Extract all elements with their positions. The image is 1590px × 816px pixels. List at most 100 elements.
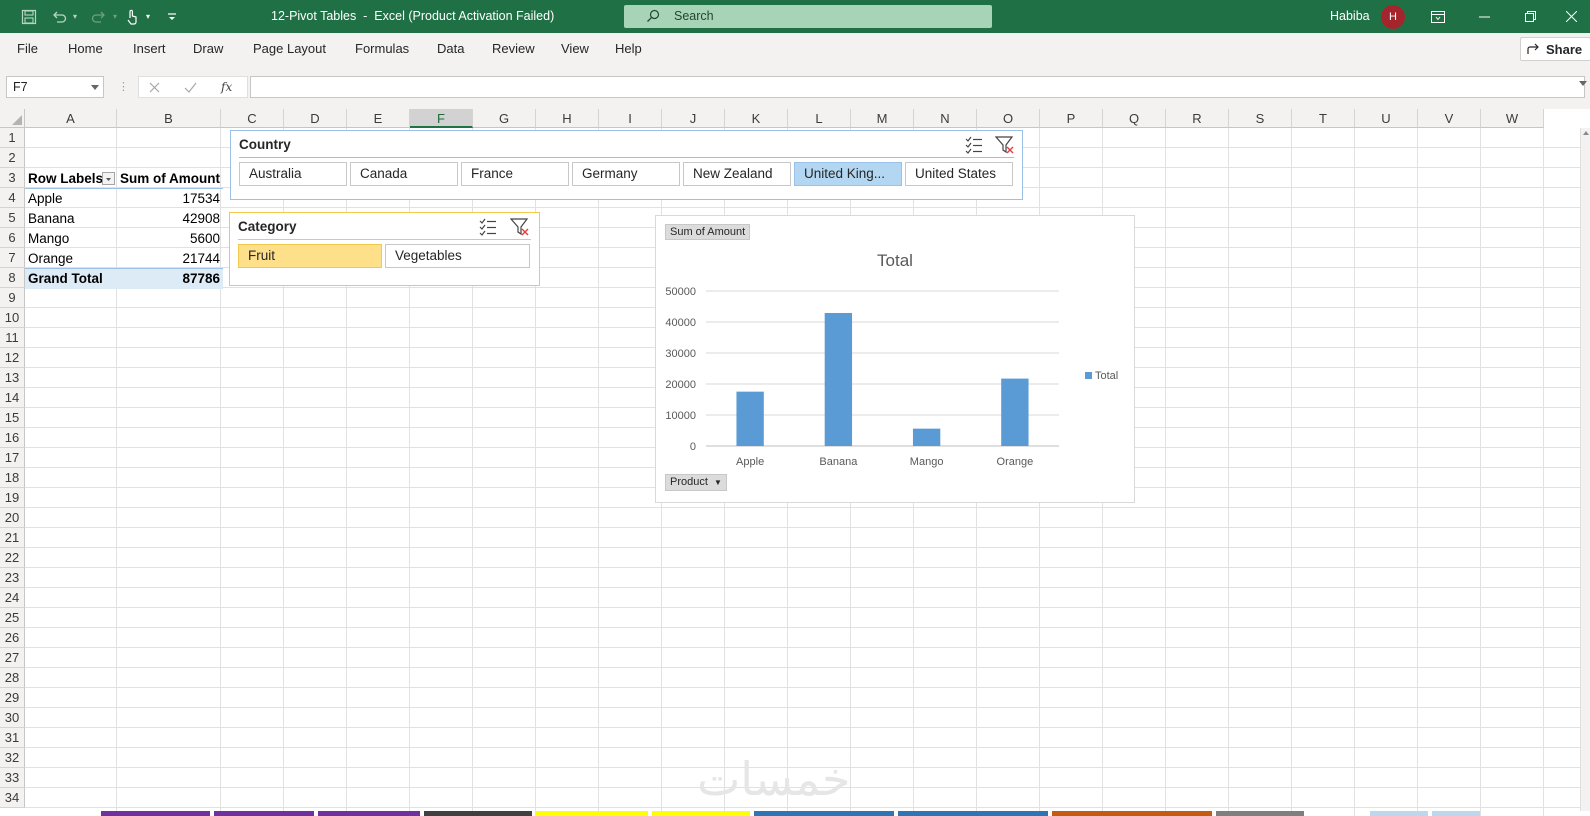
- column-header-l[interactable]: L: [788, 109, 851, 128]
- pivot-row-label[interactable]: Orange: [28, 249, 73, 269]
- row-header-5[interactable]: 5: [0, 208, 25, 228]
- column-header-p[interactable]: P: [1040, 109, 1103, 128]
- sheet-tab[interactable]: [536, 811, 648, 816]
- share-button[interactable]: Share: [1520, 37, 1590, 61]
- row-header-14[interactable]: 14: [0, 388, 25, 408]
- column-header-m[interactable]: M: [851, 109, 914, 128]
- slicer-item-australia[interactable]: Australia: [239, 162, 347, 186]
- pivot-row-label[interactable]: Mango: [28, 229, 69, 249]
- column-header-s[interactable]: S: [1229, 109, 1292, 128]
- enter-icon[interactable]: [184, 82, 197, 93]
- menu-page-layout[interactable]: Page Layout: [253, 33, 326, 65]
- vertical-scrollbar[interactable]: [1580, 128, 1590, 811]
- row-labels-filter-button[interactable]: [102, 172, 115, 185]
- row-header-21[interactable]: 21: [0, 528, 25, 548]
- cancel-icon[interactable]: [149, 82, 160, 93]
- ribbon-display-options-icon[interactable]: [1415, 0, 1461, 33]
- axis-field-button[interactable]: Product ▼: [665, 474, 727, 491]
- row-header-29[interactable]: 29: [0, 688, 25, 708]
- menu-draw[interactable]: Draw: [193, 33, 223, 65]
- undo-icon[interactable]: [48, 0, 70, 33]
- row-header-19[interactable]: 19: [0, 488, 25, 508]
- multi-select-icon[interactable]: [964, 135, 984, 155]
- menu-insert[interactable]: Insert: [133, 33, 166, 65]
- expand-formula-bar-icon[interactable]: [1579, 81, 1587, 86]
- multi-select-icon[interactable]: [478, 217, 498, 237]
- slicer-item-united-kingdom-selected[interactable]: United King...: [794, 162, 902, 186]
- scroll-up-icon[interactable]: [1581, 128, 1590, 138]
- clear-filter-icon[interactable]: [995, 135, 1015, 155]
- row-header-32[interactable]: 32: [0, 748, 25, 768]
- column-header-t[interactable]: T: [1292, 109, 1355, 128]
- touch-dropdown-icon[interactable]: ▾: [143, 0, 153, 33]
- minimize-icon[interactable]: [1461, 0, 1507, 33]
- pivot-row-value[interactable]: 5600: [118, 229, 220, 249]
- redo-icon[interactable]: [88, 0, 110, 33]
- column-header-g[interactable]: G: [473, 109, 536, 128]
- row-header-13[interactable]: 13: [0, 368, 25, 388]
- search-box[interactable]: Search: [624, 5, 992, 28]
- row-header-20[interactable]: 20: [0, 508, 25, 528]
- menu-help[interactable]: Help: [615, 33, 642, 65]
- row-header-27[interactable]: 27: [0, 648, 25, 668]
- sheet-tab[interactable]: [1052, 811, 1212, 816]
- sheet-tab[interactable]: [318, 811, 420, 816]
- avatar[interactable]: H: [1381, 5, 1405, 29]
- column-header-e[interactable]: E: [347, 109, 410, 128]
- column-header-o[interactable]: O: [977, 109, 1040, 128]
- row-header-26[interactable]: 26: [0, 628, 25, 648]
- sheet-tab[interactable]: [754, 811, 894, 816]
- sheet-tab[interactable]: [424, 811, 532, 816]
- sheet-tab[interactable]: [898, 811, 1048, 816]
- slicer-item-united-states[interactable]: United States: [905, 162, 1013, 186]
- sheet-tab[interactable]: [1432, 811, 1480, 816]
- column-header-u[interactable]: U: [1355, 109, 1418, 128]
- row-header-22[interactable]: 22: [0, 548, 25, 568]
- column-header-k[interactable]: K: [725, 109, 788, 128]
- name-box[interactable]: F7: [6, 76, 104, 98]
- undo-dropdown-icon[interactable]: ▾: [70, 0, 80, 33]
- column-header-b[interactable]: B: [117, 109, 221, 128]
- column-header-r[interactable]: R: [1166, 109, 1229, 128]
- sum-of-amount-header[interactable]: Sum of Amount: [120, 169, 220, 189]
- row-header-9[interactable]: 9: [0, 288, 25, 308]
- pivot-row-value[interactable]: 17534: [118, 189, 220, 209]
- row-header-33[interactable]: 33: [0, 768, 25, 788]
- menu-data[interactable]: Data: [437, 33, 464, 65]
- row-header-25[interactable]: 25: [0, 608, 25, 628]
- pivot-row-value[interactable]: 42908: [118, 209, 220, 229]
- row-header-7[interactable]: 7: [0, 248, 25, 268]
- row-header-18[interactable]: 18: [0, 468, 25, 488]
- pivot-row-label[interactable]: Apple: [28, 189, 63, 209]
- row-header-17[interactable]: 17: [0, 448, 25, 468]
- restore-icon[interactable]: [1507, 0, 1553, 33]
- row-header-15[interactable]: 15: [0, 408, 25, 428]
- sheet-tab[interactable]: [652, 811, 750, 816]
- splitter-dots-icon[interactable]: ⋮: [118, 80, 129, 93]
- column-header-q[interactable]: Q: [1103, 109, 1166, 128]
- row-header-8[interactable]: 8: [0, 268, 25, 288]
- row-header-24[interactable]: 24: [0, 588, 25, 608]
- bar-apple[interactable]: [736, 391, 764, 446]
- slicer-item-fruit-selected[interactable]: Fruit: [238, 244, 382, 268]
- save-icon[interactable]: [18, 0, 40, 33]
- row-header-12[interactable]: 12: [0, 348, 25, 368]
- pivot-row-label[interactable]: Banana: [28, 209, 75, 229]
- row-header-23[interactable]: 23: [0, 568, 25, 588]
- clear-filter-icon[interactable]: [510, 217, 530, 237]
- row-header-31[interactable]: 31: [0, 728, 25, 748]
- touch-mode-icon[interactable]: [123, 0, 141, 33]
- row-header-10[interactable]: 10: [0, 308, 25, 328]
- grand-total-label[interactable]: Grand Total: [28, 269, 103, 289]
- grand-total-value[interactable]: 87786: [118, 269, 220, 289]
- column-header-n[interactable]: N: [914, 109, 977, 128]
- row-header-11[interactable]: 11: [0, 328, 25, 348]
- column-header-c[interactable]: C: [221, 109, 284, 128]
- slicer-item-vegetables[interactable]: Vegetables: [385, 244, 530, 268]
- row-header-2[interactable]: 2: [0, 148, 25, 168]
- column-header-f[interactable]: F: [410, 109, 473, 128]
- country-slicer[interactable]: Country Australia Canada France Germany …: [230, 130, 1023, 200]
- sheet-tab[interactable]: [214, 811, 314, 816]
- close-icon[interactable]: [1553, 0, 1590, 33]
- sheet-tab[interactable]: [1216, 811, 1304, 816]
